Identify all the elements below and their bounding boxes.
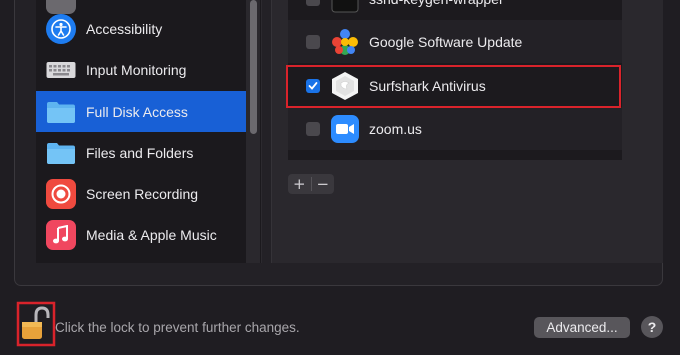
sidebar-item-files-and-folders[interactable]: Files and Folders xyxy=(36,132,246,173)
terminal-icon xyxy=(330,0,360,14)
sidebar-item-label: Full Disk Access xyxy=(86,103,188,120)
unlocked-lock-icon xyxy=(16,301,56,347)
folder-icon xyxy=(46,97,76,127)
remove-app-button[interactable]: − xyxy=(312,174,335,194)
google-update-icon xyxy=(330,27,360,57)
app-label: Google Software Update xyxy=(369,33,523,50)
screen-recording-icon xyxy=(46,178,76,209)
app-checkbox[interactable] xyxy=(306,0,320,6)
app-label: ssnd-keygen-wrapper xyxy=(369,0,504,7)
app-row-ssnd-keygen-wrapper[interactable]: ssnd-keygen-wrapper xyxy=(288,0,622,20)
sidebar-item-label: Files and Folders xyxy=(86,144,194,161)
sidebar-item-label: Accessibility xyxy=(86,20,163,37)
app-checkbox[interactable] xyxy=(306,121,320,136)
lock-instruction-text: Click the lock to prevent further change… xyxy=(55,320,300,335)
zoom-icon xyxy=(330,114,360,144)
sidebar-item-label: Input Monitoring xyxy=(86,61,187,78)
app-checkbox[interactable] xyxy=(306,34,320,49)
sidebar-item-screen-recording[interactable]: Screen Recording xyxy=(36,173,246,214)
app-label: zoom.us xyxy=(369,120,422,137)
music-icon xyxy=(46,219,76,250)
lock-button[interactable] xyxy=(12,301,56,347)
app-row-zoom-us[interactable]: zoom.us xyxy=(288,107,622,150)
sidebar-item-label: Media & Apple Music xyxy=(86,226,217,243)
sidebar-item-media-apple-music[interactable]: Media & Apple Music xyxy=(36,214,246,255)
accessibility-icon xyxy=(46,13,76,44)
highlight-surfshark xyxy=(286,65,621,108)
sidebar-item-accessibility[interactable]: Accessibility xyxy=(36,8,246,49)
help-button[interactable]: ? xyxy=(641,316,663,338)
keyboard-icon xyxy=(46,55,76,85)
add-remove-buttons: + − xyxy=(288,174,334,194)
privacy-category-sidebar: Accessibility Input Monitoring Full Disk… xyxy=(36,0,262,263)
folder-icon xyxy=(46,138,76,168)
sidebar-item-label: Screen Recording xyxy=(86,185,199,202)
sidebar-item-input-monitoring[interactable]: Input Monitoring xyxy=(36,49,246,90)
add-app-button[interactable]: + xyxy=(288,174,311,194)
app-row-google-software-update[interactable]: Google Software Update xyxy=(288,20,622,63)
sidebar-scrollbar-thumb[interactable] xyxy=(250,0,257,134)
advanced-button[interactable]: Advanced... xyxy=(534,317,630,338)
sidebar-item-full-disk-access[interactable]: Full Disk Access xyxy=(36,91,246,132)
